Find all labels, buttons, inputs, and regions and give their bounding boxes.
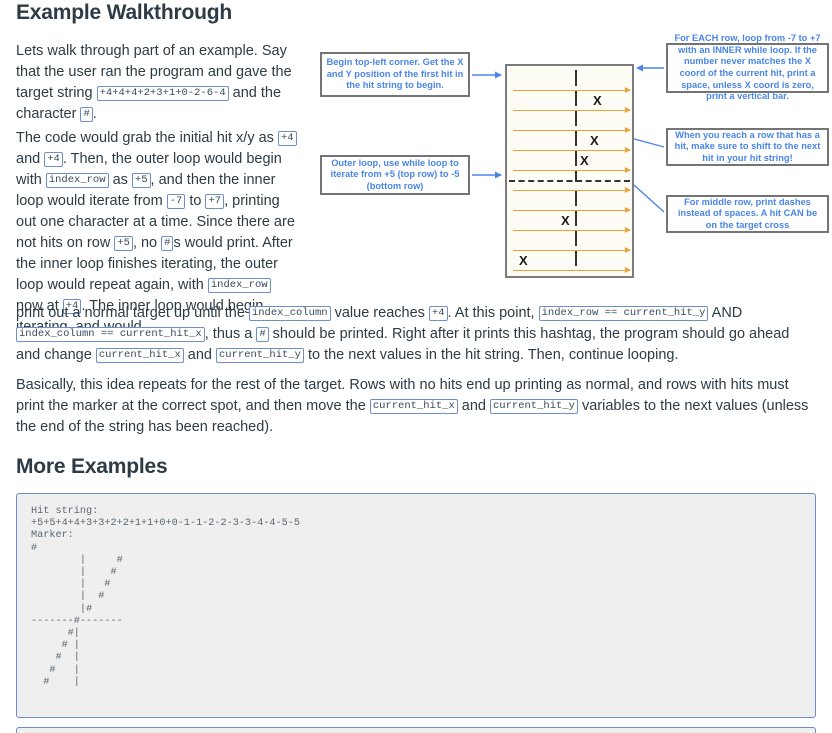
inner-loop-arrow bbox=[513, 267, 631, 273]
inline-code-index-row-2: index_row bbox=[207, 278, 271, 293]
inner-loop-arrow bbox=[513, 167, 631, 173]
note-each-row-inner-loop: For EACH row, loop from -7 to +7 with an… bbox=[666, 33, 829, 101]
inline-code-row-plus5: +5 bbox=[114, 236, 133, 251]
paragraph-intro: Lets walk through part of an example. Sa… bbox=[16, 41, 299, 125]
vertical-bar-segment bbox=[575, 110, 577, 126]
inner-loop-arrow bbox=[513, 87, 631, 93]
code-text: Hit string: +5+5+4+4+3+3+2+2+1+1+0+0-1-1… bbox=[31, 506, 300, 688]
vertical-bar-segment bbox=[575, 90, 577, 106]
text-run: and bbox=[457, 398, 490, 414]
inline-code-target-string: +4+4+4+2+3+1+0-2-6-4 bbox=[96, 86, 229, 101]
hit-marker-x: X bbox=[593, 93, 602, 108]
text-run: . At this point, bbox=[447, 305, 539, 321]
text-run: AND bbox=[708, 305, 743, 321]
text-run: and bbox=[16, 151, 45, 167]
text-run: , thus a bbox=[204, 326, 257, 342]
note-middle-row-dashes: For middle row, print dashes instead of … bbox=[666, 195, 829, 233]
inner-loop-arrow bbox=[513, 207, 631, 213]
text-run: as bbox=[108, 172, 132, 188]
inline-code-col-eq-hit-x: index_column == current_hit_x bbox=[16, 327, 205, 342]
text-run: and bbox=[183, 347, 216, 363]
text-run: value reaches bbox=[330, 305, 429, 321]
hit-marker-x: X bbox=[590, 133, 599, 148]
inline-code-current-hit-y-b: current_hit_y bbox=[490, 399, 578, 414]
text-run: The code would grab the initial hit x/y … bbox=[16, 130, 278, 146]
inline-code-index-column: index_column bbox=[248, 306, 331, 321]
vertical-bar-segment bbox=[575, 150, 577, 166]
inline-code-current-hit-x-b: current_hit_x bbox=[369, 399, 458, 414]
note-begin-top-left: Begin top-left corner. Get the X and Y p… bbox=[320, 52, 470, 97]
text-run: print out a normal target up until the bbox=[16, 305, 249, 321]
inline-code-plus5: +5 bbox=[131, 173, 151, 188]
note-reach-row-with-hit: When you reach a row that has a hit, mak… bbox=[666, 128, 829, 166]
note-outer-loop: Outer loop, use while loop to iterate fr… bbox=[320, 155, 470, 195]
page-root: Example Walkthrough Lets walk through pa… bbox=[0, 0, 832, 733]
inner-loop-arrow bbox=[513, 147, 631, 153]
inline-code-plus7: +7 bbox=[205, 194, 225, 209]
inline-code-current-hit-y: current_hit_y bbox=[216, 348, 304, 363]
text-run: . bbox=[92, 106, 97, 122]
inline-code-minus7: -7 bbox=[166, 194, 186, 209]
text-run: to bbox=[185, 193, 206, 209]
inline-code-plus4-b: +4 bbox=[428, 306, 448, 321]
text-run: , no bbox=[132, 235, 162, 251]
vertical-bar-segment bbox=[575, 130, 577, 146]
target-grid: X X X X X bbox=[505, 64, 634, 278]
vertical-bar-segment bbox=[575, 210, 577, 226]
inner-loop-arrow bbox=[513, 227, 631, 233]
code-block-more-examples: Hit string: +5+5+4+4+3+3+2+2+1+1+0+0-1-1… bbox=[16, 493, 816, 718]
vertical-bar-segment bbox=[575, 70, 577, 86]
inline-code-hit-x: +4 bbox=[277, 131, 297, 146]
page-title-example-walkthrough: Example Walkthrough bbox=[16, 1, 232, 24]
inline-code-current-hit-x: current_hit_x bbox=[95, 348, 184, 363]
inner-loop-arrow bbox=[513, 127, 631, 133]
paragraph-hit-detection: print out a normal target up until the i… bbox=[16, 303, 816, 366]
inline-code-hash-char: # bbox=[80, 107, 93, 122]
paragraph-summary: Basically, this idea repeats for the res… bbox=[16, 375, 816, 438]
inner-loop-arrow bbox=[513, 247, 631, 253]
hit-marker-x: X bbox=[580, 153, 589, 168]
inline-code-row-eq-hit-y: index_row == current_hit_y bbox=[538, 306, 709, 321]
code-block-second bbox=[16, 727, 816, 733]
inner-loop-arrow bbox=[513, 187, 631, 193]
hit-marker-x: X bbox=[519, 253, 528, 268]
inline-code-hash: # bbox=[161, 236, 174, 251]
vertical-bar-segment bbox=[575, 190, 577, 206]
text-run: to the next values in the hit string. Th… bbox=[303, 347, 679, 363]
inline-code-index-row: index_row bbox=[45, 173, 109, 188]
inline-code-hash-b: # bbox=[256, 327, 269, 342]
inner-loop-arrow bbox=[513, 107, 631, 113]
vertical-bar-segment bbox=[575, 230, 577, 246]
inline-code-hit-y: +4 bbox=[44, 152, 63, 167]
hit-marker-x: X bbox=[561, 213, 570, 228]
vertical-bar-segment bbox=[575, 250, 577, 266]
middle-row-dashes bbox=[509, 180, 630, 182]
algorithm-diagram: Begin top-left corner. Get the X and Y p… bbox=[316, 33, 832, 300]
page-title-more-examples: More Examples bbox=[16, 455, 168, 478]
